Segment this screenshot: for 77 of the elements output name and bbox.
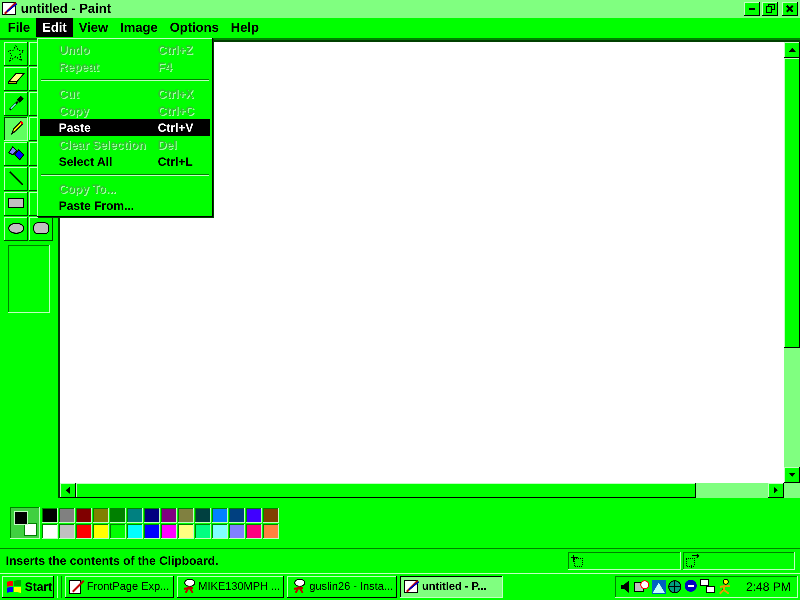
clock-time: 2:48 PM — [746, 580, 791, 594]
close-icon — [786, 4, 794, 13]
close-button[interactable] — [782, 2, 798, 16]
start-button[interactable]: Start — [2, 576, 54, 598]
eyedropper-icon — [8, 95, 24, 112]
color-swatch[interactable] — [42, 508, 58, 523]
foreground-color-swatch[interactable] — [14, 511, 28, 526]
color-swatch[interactable] — [178, 508, 194, 523]
color-swatch[interactable] — [127, 524, 143, 539]
windows-logo-icon — [6, 580, 22, 594]
background-color-swatch[interactable] — [24, 523, 37, 536]
restore-button[interactable] — [762, 2, 778, 16]
color-swatch[interactable] — [229, 524, 245, 539]
running-person-icon[interactable] — [718, 579, 732, 596]
cursor-position-icon — [571, 555, 583, 568]
color-swatch[interactable] — [263, 508, 279, 523]
right-arrow-icon — [774, 487, 778, 494]
color-swatch[interactable] — [76, 508, 92, 523]
paint-app-icon — [2, 0, 18, 17]
window-title: untitled - Paint — [21, 1, 112, 16]
color-swatch[interactable] — [178, 524, 194, 539]
mountain-icon[interactable] — [652, 580, 666, 594]
tool-options-box — [8, 244, 50, 313]
menu-option[interactable]: Paste From... — [40, 197, 210, 214]
color-swatch[interactable] — [144, 524, 160, 539]
paint-app-icon — [404, 579, 420, 596]
status-text: Inserts the contents of the Clipboard. — [5, 554, 220, 568]
color-swatch[interactable] — [76, 524, 92, 539]
minimize-button[interactable] — [744, 2, 760, 16]
taskbar-button[interactable]: untitled - P... — [400, 576, 504, 598]
color-swatch[interactable] — [263, 524, 279, 539]
color-swatch[interactable] — [93, 524, 109, 539]
color-swatch[interactable] — [229, 508, 245, 523]
color-swatch[interactable] — [93, 508, 109, 523]
color-swatch[interactable] — [195, 508, 211, 523]
free-select-icon — [8, 45, 24, 62]
restore-icon — [766, 4, 774, 14]
color-swatch[interactable] — [161, 524, 177, 539]
color-swatch[interactable] — [110, 508, 126, 523]
line-icon — [8, 170, 24, 188]
rounded-rectangle-icon — [32, 220, 50, 238]
document-pen-icon — [69, 579, 85, 596]
menu-item[interactable]: File — [2, 18, 36, 38]
fill-icon — [8, 145, 24, 162]
vertical-scrollbar[interactable] — [784, 42, 800, 484]
color-swatch[interactable] — [42, 524, 58, 539]
down-arrow-icon — [788, 473, 796, 478]
menu-item[interactable]: Help — [225, 18, 266, 38]
color-swatch[interactable] — [110, 524, 126, 539]
menu-item[interactable]: View — [72, 18, 114, 38]
color-swatch[interactable] — [59, 524, 75, 539]
taskbar-button[interactable]: MIKE130MPH ... — [176, 576, 284, 598]
running-figure-icon — [291, 579, 308, 596]
tool-button[interactable] — [4, 116, 28, 141]
selection-size-icon — [686, 554, 700, 568]
color-swatch[interactable] — [246, 508, 262, 523]
up-arrow-icon — [788, 48, 796, 52]
computers-icon[interactable] — [700, 579, 716, 596]
menu-item[interactable]: Image — [114, 18, 164, 38]
color-swatch[interactable] — [144, 508, 160, 523]
color-swatch[interactable] — [127, 508, 143, 523]
color-swatch[interactable] — [195, 524, 211, 539]
menu-item[interactable]: Options — [164, 18, 226, 38]
taskbar-button[interactable]: FrontPage Exp... — [65, 576, 174, 598]
menu-option[interactable]: Select All Ctrl+L — [40, 153, 210, 170]
menu-item[interactable]: Edit — [36, 18, 73, 38]
color-swatch[interactable] — [212, 508, 228, 523]
menu-option[interactable]: Paste Ctrl+V — [40, 119, 210, 136]
color-swatch[interactable] — [212, 524, 228, 539]
globe-icon[interactable] — [668, 580, 682, 594]
left-arrow-icon — [66, 487, 70, 494]
minimize-icon — [749, 8, 755, 10]
color-swatch[interactable] — [161, 508, 177, 523]
horizontal-scrollbar[interactable] — [60, 483, 784, 498]
taskbar-button[interactable]: guslin26 - Insta... — [287, 576, 398, 598]
color-swatch[interactable] — [246, 524, 262, 539]
color-swatch[interactable] — [59, 508, 75, 523]
